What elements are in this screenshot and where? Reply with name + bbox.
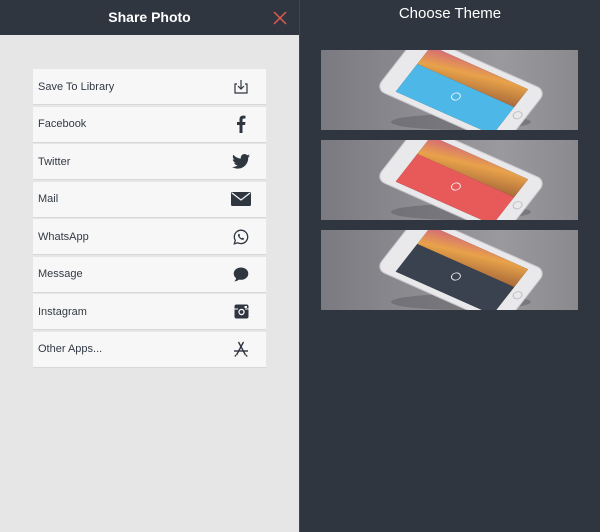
theme-option-red[interactable] <box>321 140 578 220</box>
share-item-mail[interactable]: Mail <box>33 181 266 218</box>
phone-mockup-image <box>379 50 543 130</box>
share-item-label: Save To Library <box>38 80 115 93</box>
share-item-label: WhatsApp <box>38 230 89 243</box>
instagram-icon <box>230 301 252 323</box>
message-icon <box>230 263 252 285</box>
twitter-icon <box>230 151 252 173</box>
share-list: Save To Library Facebook Twitter Mail Wh… <box>33 69 266 369</box>
share-item-message[interactable]: Message <box>33 256 266 293</box>
share-title: Share Photo <box>108 9 191 25</box>
share-item-instagram[interactable]: Instagram <box>33 294 266 330</box>
share-item-save-to-library[interactable]: Save To Library <box>33 69 266 105</box>
download-icon <box>230 76 252 98</box>
share-item-label: Other Apps... <box>38 343 103 355</box>
share-item-twitter[interactable]: Twitter <box>33 144 266 180</box>
share-panel: Share Photo Save To Library Facebook Twi… <box>0 0 299 532</box>
share-item-facebook[interactable]: Facebook <box>33 106 266 143</box>
theme-option-dark[interactable] <box>321 230 578 310</box>
phone-mockup-image <box>379 140 543 220</box>
share-item-label: Facebook <box>38 118 87 130</box>
share-item-label: Message <box>38 268 83 280</box>
close-icon[interactable] <box>271 9 289 27</box>
phone-mockup-image <box>379 230 543 310</box>
facebook-icon <box>230 113 252 135</box>
share-item-other-apps[interactable]: Other Apps... <box>33 331 266 368</box>
whatsapp-icon <box>230 226 252 248</box>
share-item-whatsapp[interactable]: WhatsApp <box>33 219 266 255</box>
share-item-label: Mail <box>38 193 59 205</box>
mail-icon <box>230 188 252 210</box>
share-item-label: Instagram <box>38 305 87 318</box>
theme-title: Choose Theme <box>398 5 502 22</box>
share-item-label: Twitter <box>38 155 71 168</box>
theme-panel: Choose Theme <box>300 0 600 532</box>
app-store-icon <box>230 338 252 360</box>
theme-option-blue[interactable] <box>321 50 578 130</box>
